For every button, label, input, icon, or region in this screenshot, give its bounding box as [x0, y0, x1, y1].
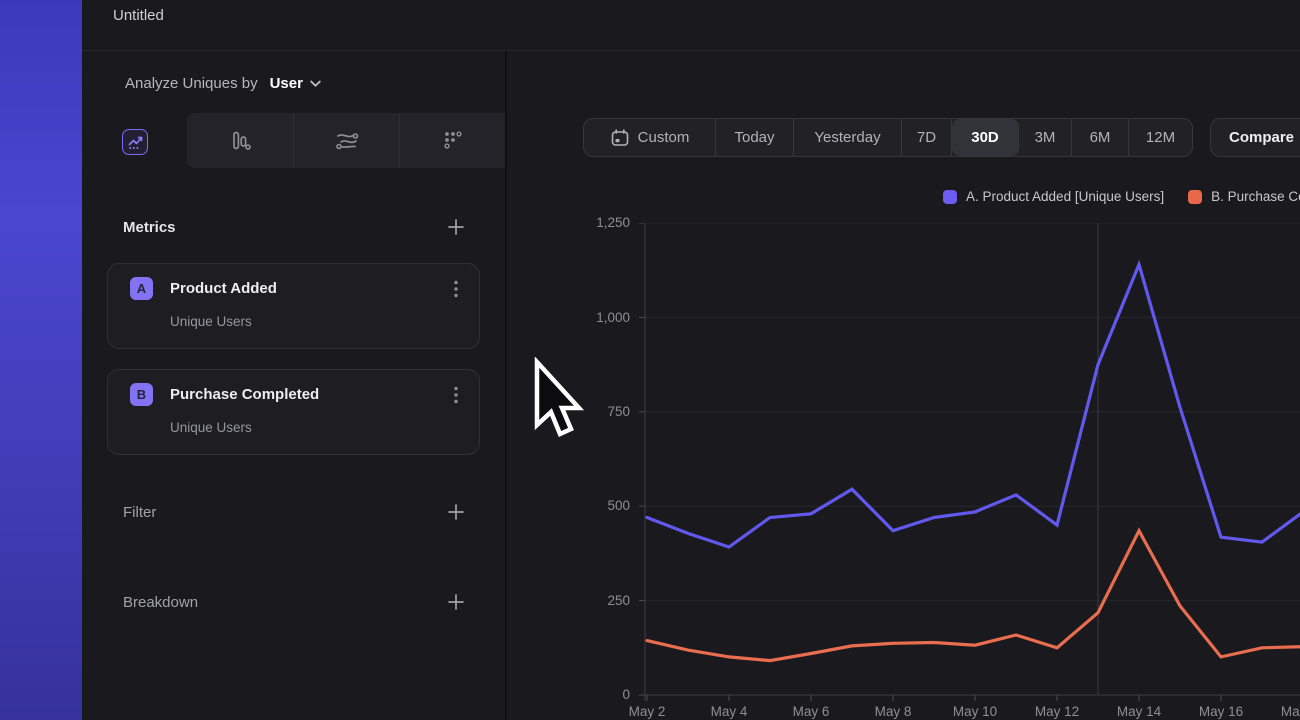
x-tick-label: May 2 — [606, 704, 688, 719]
metrics-title: Metrics — [123, 219, 176, 236]
range-30d[interactable]: 30D — [952, 119, 1019, 156]
analyze-value[interactable]: User — [270, 75, 303, 92]
tab-bar-chart[interactable] — [187, 113, 294, 168]
filter-section: Filter — [123, 502, 466, 522]
kebab-icon — [454, 280, 458, 298]
metric-card-b[interactable]: B Purchase Completed Unique Users — [107, 369, 480, 455]
cursor-pointer — [531, 357, 585, 450]
plus-icon — [447, 218, 465, 236]
metric-measurement[interactable]: Unique Users — [170, 314, 252, 329]
y-tick-label: 500 — [548, 498, 630, 513]
legend-swatch-orange — [1188, 190, 1202, 204]
tab-flows[interactable] — [294, 113, 401, 168]
add-metric-button[interactable] — [446, 217, 466, 237]
bar-chart-icon — [228, 129, 252, 153]
x-tick-label: May 8 — [852, 704, 934, 719]
add-breakdown-button[interactable] — [446, 592, 466, 612]
range-today[interactable]: Today — [716, 119, 794, 156]
top-bar: Untitled — [82, 0, 1300, 51]
legend-item-b[interactable]: B. Purchase Completed [Unique Users] — [1188, 189, 1300, 204]
metric-name[interactable]: Purchase Completed — [170, 386, 447, 403]
tab-line-insights-selected[interactable] — [122, 129, 148, 155]
metric-menu-button[interactable] — [447, 278, 465, 300]
analyze-label: Analyze Uniques by — [125, 75, 258, 92]
add-filter-button[interactable] — [446, 502, 466, 522]
background-gradient — [0, 0, 82, 720]
range-custom[interactable]: Custom — [584, 119, 716, 156]
chart-legend: A. Product Added [Unique Users] B. Purch… — [943, 189, 1300, 204]
range-6m[interactable]: 6M — [1072, 119, 1129, 156]
breakdown-title: Breakdown — [123, 594, 198, 611]
metric-measurement[interactable]: Unique Users — [170, 420, 252, 435]
line-chart-icon — [127, 134, 144, 151]
x-tick-label: May 12 — [1016, 704, 1098, 719]
chart-type-tabs — [187, 113, 506, 168]
breakdown-section: Breakdown — [123, 592, 466, 612]
x-tick-label: May 14 — [1098, 704, 1180, 719]
query-sidebar: Analyze Uniques by User — [82, 51, 506, 720]
kebab-icon — [454, 386, 458, 404]
y-tick-label: 1,250 — [548, 215, 630, 230]
app-window: Untitled Analyze Uniques by User — [0, 0, 1300, 720]
x-tick-label: May 6 — [770, 704, 852, 719]
x-tick-label: May 4 — [688, 704, 770, 719]
chevron-down-icon — [310, 80, 321, 88]
x-tick-label: May 16 — [1180, 704, 1262, 719]
date-range-picker: Custom Today Yesterday 7D 30D 3M 6M 12M — [583, 118, 1193, 157]
chart-canvas[interactable] — [637, 223, 1300, 705]
range-12m[interactable]: 12M — [1129, 119, 1192, 156]
metric-badge-a: A — [130, 277, 153, 300]
range-yesterday[interactable]: Yesterday — [794, 119, 902, 156]
y-tick-label: 250 — [548, 593, 630, 608]
range-7d[interactable]: 7D — [902, 119, 952, 156]
y-tick-label: 0 — [548, 687, 630, 702]
panel-divider — [505, 51, 507, 720]
metric-menu-button[interactable] — [447, 384, 465, 406]
metric-badge-b: B — [130, 383, 153, 406]
y-tick-label: 1,000 — [548, 310, 630, 325]
compare-button[interactable]: Compare — [1210, 118, 1300, 157]
calendar-icon — [610, 128, 630, 148]
metrics-header: Metrics — [123, 217, 466, 237]
flows-icon — [334, 130, 360, 152]
legend-item-a[interactable]: A. Product Added [Unique Users] — [943, 189, 1164, 204]
analyze-uniques-row[interactable]: Analyze Uniques by User — [125, 75, 321, 92]
retention-icon — [441, 129, 465, 153]
report-title[interactable]: Untitled — [113, 7, 164, 24]
metric-name[interactable]: Product Added — [170, 280, 447, 297]
filter-title: Filter — [123, 504, 156, 521]
range-3m[interactable]: 3M — [1019, 119, 1072, 156]
legend-swatch-purple — [943, 190, 957, 204]
metric-card-a[interactable]: A Product Added Unique Users — [107, 263, 480, 349]
plus-icon — [447, 503, 465, 521]
tab-retention[interactable] — [400, 113, 506, 168]
plus-icon — [447, 593, 465, 611]
x-tick-label: May 18 — [1262, 704, 1300, 719]
x-tick-label: May 10 — [934, 704, 1016, 719]
